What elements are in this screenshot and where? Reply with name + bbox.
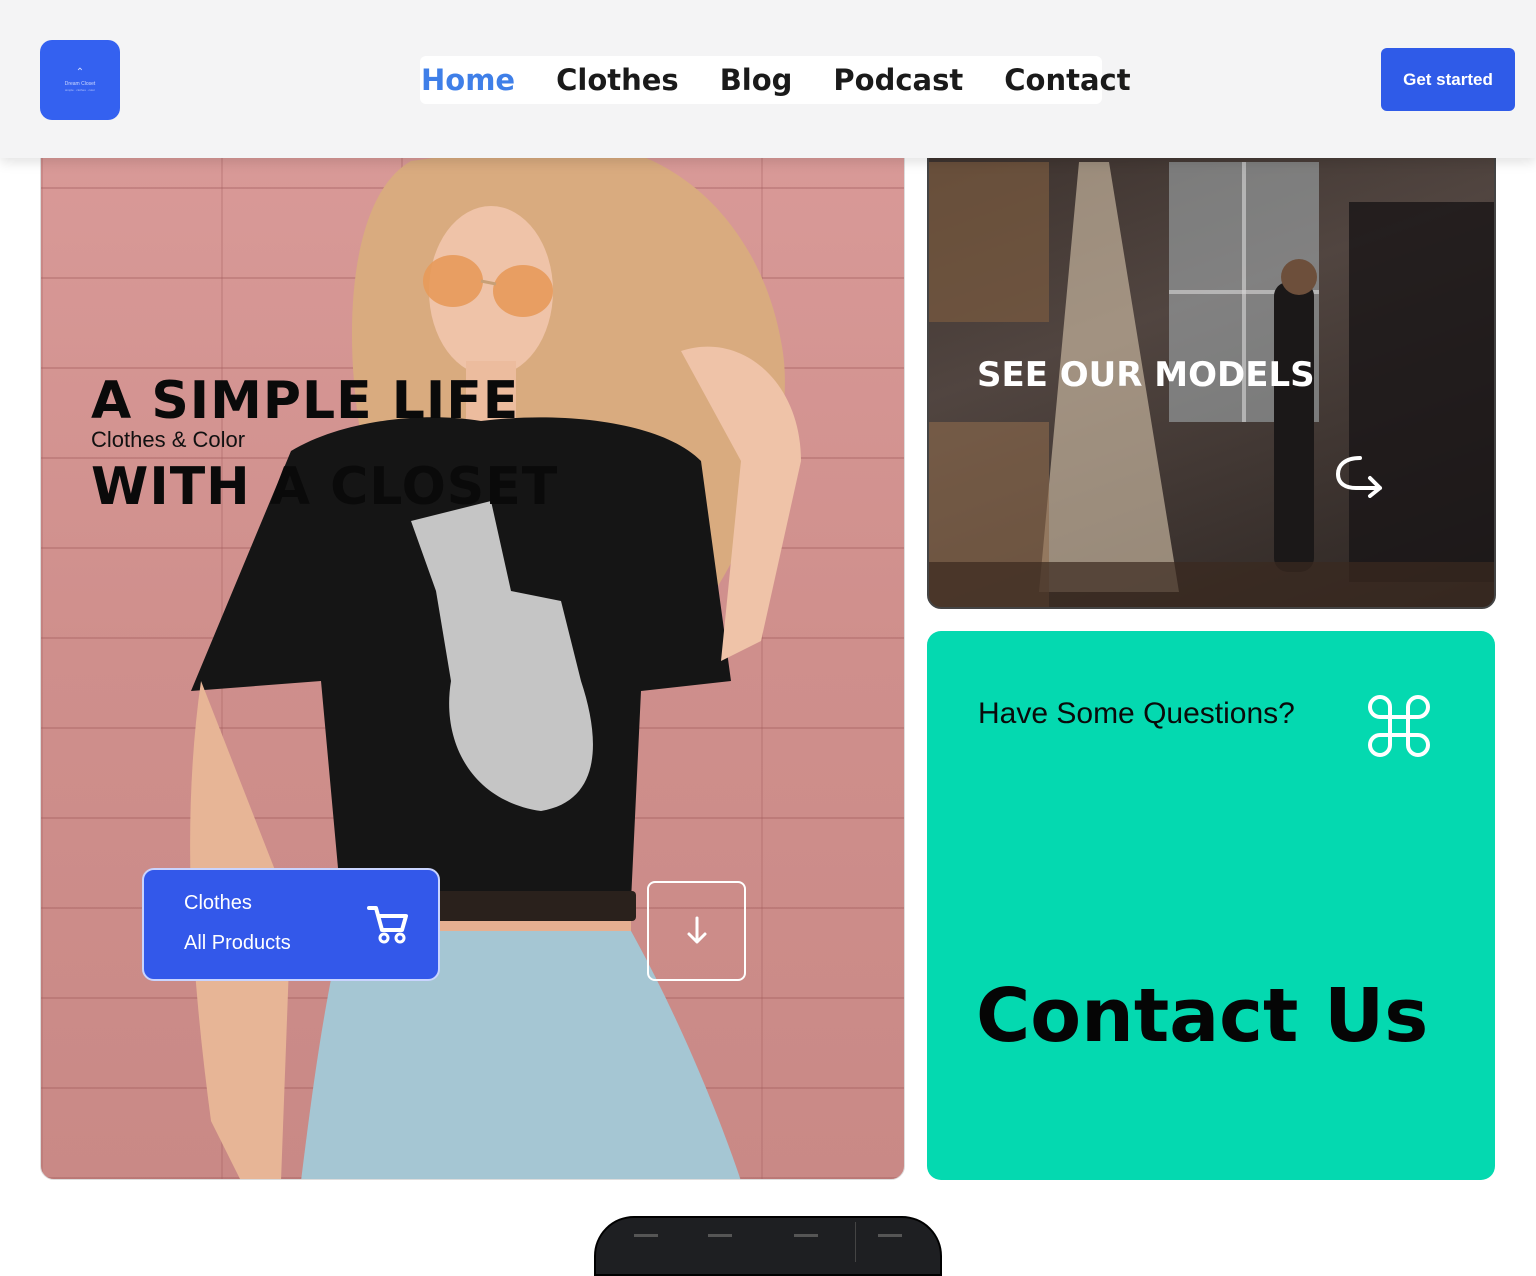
hero-title-line1: A SIMPLE LIFE (91, 371, 520, 431)
arrow-down-icon (687, 916, 706, 944)
hero-photo (190, 141, 801, 1179)
logo-mark-icon: ⌃ (75, 67, 85, 78)
dock-menu-icon[interactable] (794, 1234, 818, 1248)
products-button-line2: All Products (184, 932, 291, 954)
dock-divider (855, 1222, 856, 1262)
contact-card[interactable]: Have Some Questions? Contact Us (927, 631, 1495, 1180)
get-started-button[interactable]: Get started (1381, 48, 1515, 111)
all-products-button[interactable]: Clothes All Products (142, 868, 440, 981)
nav-podcast[interactable]: Podcast (833, 63, 963, 97)
bottom-dock[interactable] (594, 1216, 942, 1276)
command-icon (1368, 695, 1430, 757)
nav-home[interactable]: Home (421, 63, 515, 97)
hero-title-line2: WITH A CLOSET (91, 457, 559, 517)
cart-icon (367, 906, 408, 944)
logo[interactable]: ⌃ Dream Closet simple · clothes · color (40, 40, 120, 120)
contact-question: Have Some Questions? (978, 697, 1295, 730)
hero-card: A SIMPLE LIFE Clothes & Color WITH A CLO… (40, 120, 905, 1180)
contact-title: Contact Us (976, 973, 1429, 1059)
nav-contact[interactable]: Contact (1004, 63, 1130, 97)
products-button-line1: Clothes (184, 892, 252, 914)
dock-settings-icon[interactable] (878, 1234, 902, 1248)
scroll-down-button[interactable] (647, 881, 746, 981)
models-title: SEE OUR MODELS (977, 355, 1315, 395)
main-nav: Home Clothes Blog Podcast Contact (420, 56, 1131, 104)
dock-edit-icon[interactable] (708, 1234, 732, 1248)
arrow-return-icon (1336, 456, 1382, 498)
site-header: ⌃ Dream Closet simple · clothes · color … (0, 0, 1536, 158)
hero-subtitle: Clothes & Color (91, 427, 246, 452)
nav-clothes[interactable]: Clothes (556, 63, 679, 97)
logo-subtext: simple · clothes · color (64, 88, 95, 92)
models-card[interactable]: SEE OUR MODELS (927, 120, 1496, 609)
nav-blog[interactable]: Blog (720, 63, 793, 97)
logo-text: Dream Closet (64, 81, 96, 87)
dock-home-icon[interactable] (634, 1234, 658, 1248)
